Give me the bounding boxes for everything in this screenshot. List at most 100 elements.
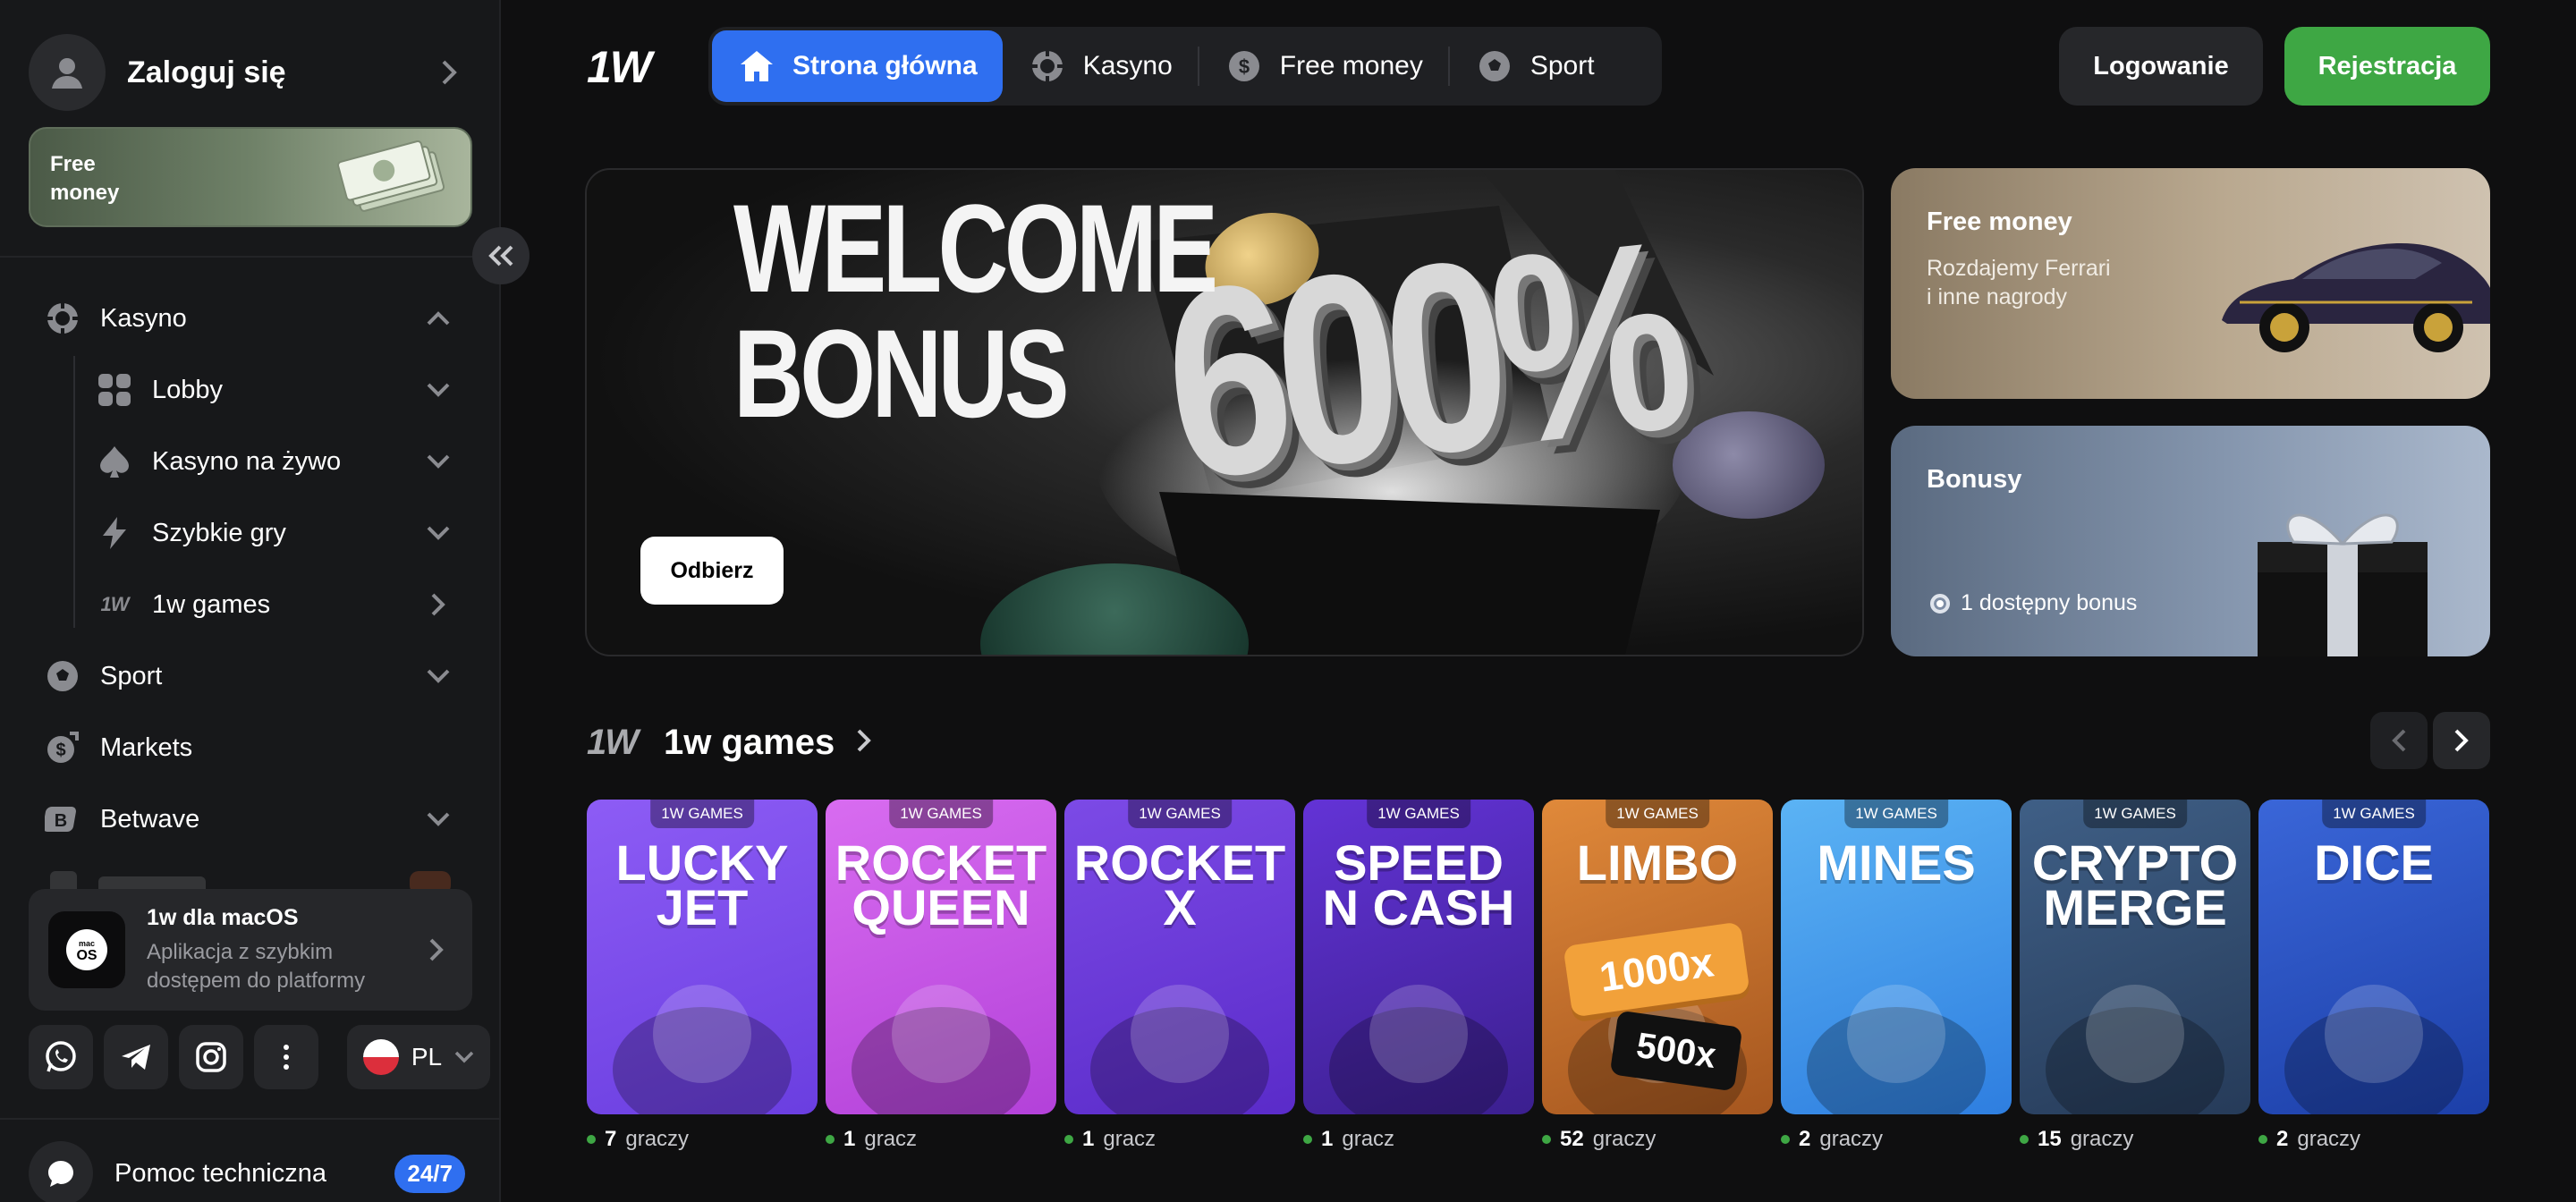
online-dot-icon xyxy=(1303,1135,1312,1144)
online-players: 15 graczy xyxy=(2020,1127,2133,1152)
game-provider-tag: 1W GAMES xyxy=(1606,800,1709,828)
game-provider-tag: 1W GAMES xyxy=(1128,800,1232,828)
game-artwork xyxy=(1807,985,1986,1114)
more-options-icon[interactable] xyxy=(254,1025,318,1089)
main-nav: Strona główna Kasyno $ Free money Sport xyxy=(708,27,1662,106)
sidebar-item-kasyno[interactable]: Kasyno xyxy=(43,292,454,345)
svg-text:B: B xyxy=(55,811,67,831)
support-label: Pomoc techniczna xyxy=(114,1158,326,1188)
1w-logo-icon: 1W xyxy=(587,722,639,762)
casino-chip-icon xyxy=(1028,47,1067,86)
login-button[interactable]: Logowanie xyxy=(2059,27,2263,106)
tab-free-money[interactable]: $ Free money xyxy=(1199,30,1448,102)
login-label: Zaloguj się xyxy=(127,55,286,89)
tab-label: Strona główna xyxy=(792,51,978,80)
game-provider-tag: 1W GAMES xyxy=(650,800,754,828)
hero-title: WELCOME BONUS xyxy=(733,186,1218,436)
chevron-down-icon xyxy=(422,660,454,692)
whatsapp-icon[interactable] xyxy=(29,1025,93,1089)
sidebar-item-1w-games[interactable]: 1W 1w games xyxy=(95,578,454,631)
chevron-down-icon xyxy=(422,445,454,478)
betwave-icon: B xyxy=(43,800,82,839)
chevron-down-icon xyxy=(422,803,454,835)
sidebar-divider xyxy=(0,256,501,258)
game-provider-tag: 1W GAMES xyxy=(889,800,993,828)
sidebar-item-label: Kasyno xyxy=(100,303,187,333)
game-artwork xyxy=(2284,985,2463,1114)
chat-bubble-icon xyxy=(29,1141,93,1202)
carousel-next-button[interactable] xyxy=(2433,712,2490,769)
telegram-icon[interactable] xyxy=(104,1025,168,1089)
online-players: 2 graczy xyxy=(2258,1127,2360,1152)
sidebar-item-betwave[interactable]: B Betwave xyxy=(43,792,454,846)
tab-casino[interactable]: Kasyno xyxy=(1003,30,1198,102)
tab-home[interactable]: Strona główna xyxy=(712,30,1003,102)
online-dot-icon xyxy=(826,1135,835,1144)
players-word: graczy xyxy=(625,1127,690,1151)
login-row[interactable]: Zaloguj się xyxy=(29,32,465,113)
promo-line2: i inne nagrody xyxy=(1927,284,2068,309)
sidebar-item-live-casino[interactable]: Kasyno na żywo xyxy=(95,435,454,488)
game-card[interactable]: 1W GAMES LIMBO 1000x 500x xyxy=(1542,800,1773,1114)
game-artwork xyxy=(1090,985,1269,1114)
chevron-right-icon xyxy=(433,56,465,89)
claim-bonus-button[interactable]: Odbierz xyxy=(640,537,784,605)
collapse-sidebar-button[interactable] xyxy=(472,227,530,284)
sports-car-illustration xyxy=(2222,243,2490,352)
players-word: graczy xyxy=(1592,1127,1657,1151)
players-word: gracz xyxy=(1103,1127,1157,1151)
online-players: 1 gracz xyxy=(826,1127,917,1152)
game-artwork xyxy=(2046,985,2224,1114)
online-players: 1 gracz xyxy=(1303,1127,1394,1152)
game-title: CRYPTO MERGE xyxy=(2020,838,2250,933)
game-title-line2: JET xyxy=(656,879,749,935)
macos-app-description: Aplikacja z szybkim dostępem do platform… xyxy=(147,939,366,993)
game-card[interactable]: 1W GAMES SPEED N CASH xyxy=(1303,800,1534,1114)
carousel-prev-button[interactable] xyxy=(2370,712,2428,769)
instagram-icon[interactable] xyxy=(179,1025,243,1089)
online-players: 52 graczy xyxy=(1542,1127,1656,1152)
game-title: SPEED N CASH xyxy=(1303,838,1534,933)
support-hours-badge: 24/7 xyxy=(394,1154,465,1193)
game-artwork xyxy=(613,985,792,1114)
game-card[interactable]: 1W GAMES CRYPTO MERGE xyxy=(2020,800,2250,1114)
welcome-bonus-banner[interactable]: 600% WELCOME BONUS Odbierz xyxy=(585,168,1864,656)
free-money-promo-card[interactable]: Free money Rozdajemy Ferrari i inne nagro… xyxy=(1891,168,2490,399)
game-card[interactable]: 1W GAMES ROCKET QUEEN xyxy=(826,800,1056,1114)
game-card[interactable]: 1W GAMES LUCKY JET xyxy=(587,800,818,1114)
chevron-down-icon xyxy=(422,517,454,549)
sidebar-divider xyxy=(0,1118,501,1120)
poland-flag-icon xyxy=(362,1039,399,1075)
social-links: PL xyxy=(29,1025,490,1089)
support-button[interactable]: Pomoc techniczna 24/7 xyxy=(29,1141,465,1202)
bonuses-promo-card[interactable]: Bonusy 1 dostępny bonus xyxy=(1891,426,2490,656)
games-section-header[interactable]: 1W 1w games xyxy=(587,715,872,769)
language-selector[interactable]: PL xyxy=(347,1025,490,1089)
game-card[interactable]: 1W GAMES MINES xyxy=(1781,800,2012,1114)
game-card[interactable]: 1W GAMES ROCKET X xyxy=(1064,800,1295,1114)
free-money-card[interactable]: Free money xyxy=(29,127,472,227)
sidebar-item-label: Markets xyxy=(100,732,193,762)
sidebar-item-lobby[interactable]: Lobby xyxy=(95,363,454,417)
players-count: 2 xyxy=(2276,1127,2289,1151)
online-dot-icon xyxy=(1542,1135,1551,1144)
sidebar-item-fast-games[interactable]: Szybkie gry xyxy=(95,506,454,560)
sidebar-item-markets[interactable]: $ Markets xyxy=(43,721,454,775)
brand-logo[interactable]: 1W xyxy=(587,41,652,93)
players-word: graczy xyxy=(1819,1127,1884,1151)
game-card[interactable]: 1W GAMES DICE xyxy=(2258,800,2489,1114)
chevron-right-icon xyxy=(2454,729,2469,752)
macos-logo-icon: mac OS xyxy=(48,911,125,988)
players-count: 1 xyxy=(1321,1127,1334,1151)
game-provider-tag: 1W GAMES xyxy=(1844,800,1948,828)
bonus-percent: 600% xyxy=(1152,183,1691,537)
tab-sport[interactable]: Sport xyxy=(1450,30,1620,102)
game-title-line2: QUEEN xyxy=(852,879,1030,935)
sidebar-item-sport[interactable]: Sport xyxy=(43,649,454,703)
register-button[interactable]: Rejestracja xyxy=(2284,27,2490,106)
game-provider-tag: 1W GAMES xyxy=(2083,800,2187,828)
macos-app-card[interactable]: mac OS 1w dla macOS Aplikacja z szybkim d… xyxy=(29,889,472,1011)
home-icon xyxy=(737,47,776,86)
game-artwork xyxy=(1329,985,1508,1114)
players-count: 15 xyxy=(2038,1127,2062,1151)
